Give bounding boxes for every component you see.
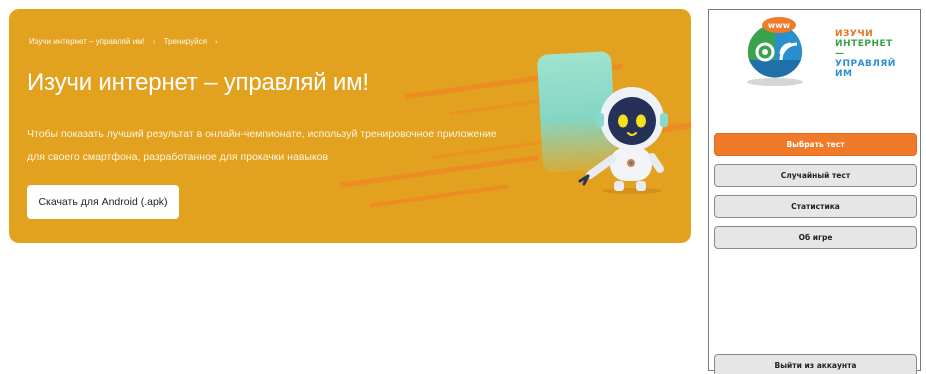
promo-banner: Изучи интернет – управляй им! › Тренируй…	[9, 9, 691, 243]
breadcrumb-separator: ›	[152, 37, 156, 46]
breadcrumb-separator: ›	[214, 37, 218, 46]
logout-button[interactable]: Выйти из аккаунта	[714, 354, 917, 374]
globe-logo-icon: www	[747, 17, 803, 86]
page-title: Изучи интернет – управляй им!	[27, 69, 369, 96]
logo-line-2: ИНТЕРНЕТ —	[835, 39, 893, 59]
breadcrumb-item-train[interactable]: Тренируйся	[164, 37, 207, 46]
breadcrumb: Изучи интернет – управляй им! › Тренируй…	[29, 37, 218, 46]
robot-mascot-icon	[578, 87, 668, 194]
logo-line-3: УПРАВЛЯЙ ИМ	[835, 59, 896, 79]
decor-stripe	[369, 184, 509, 208]
logo-wordmark: ИЗУЧИ ИНТЕРНЕТ — УПРАВЛЯЙ ИМ	[835, 29, 901, 79]
app-screen: www ИЗУЧИ ИНТЕРНЕТ — УПРАВЛЯЙ ИМ Выбрать…	[708, 9, 921, 374]
download-apk-button[interactable]: Скачать для Android (.apk)	[27, 185, 179, 219]
logo-line-1: ИЗУЧИ	[835, 29, 874, 39]
breadcrumb-item-home[interactable]: Изучи интернет – управляй им!	[29, 37, 145, 46]
banner-description: Чтобы показать лучший результат в онлайн…	[27, 128, 497, 163]
app-logo: www ИЗУЧИ ИНТЕРНЕТ — УПРАВЛЯЙ ИМ	[731, 14, 901, 88]
random-test-button[interactable]: Случайный тест	[714, 164, 917, 187]
choose-test-button[interactable]: Выбрать тест	[714, 133, 917, 156]
logo-badge-text: www	[768, 21, 791, 30]
statistics-button[interactable]: Статистика	[714, 195, 917, 218]
about-game-button[interactable]: Об игре	[714, 226, 917, 249]
